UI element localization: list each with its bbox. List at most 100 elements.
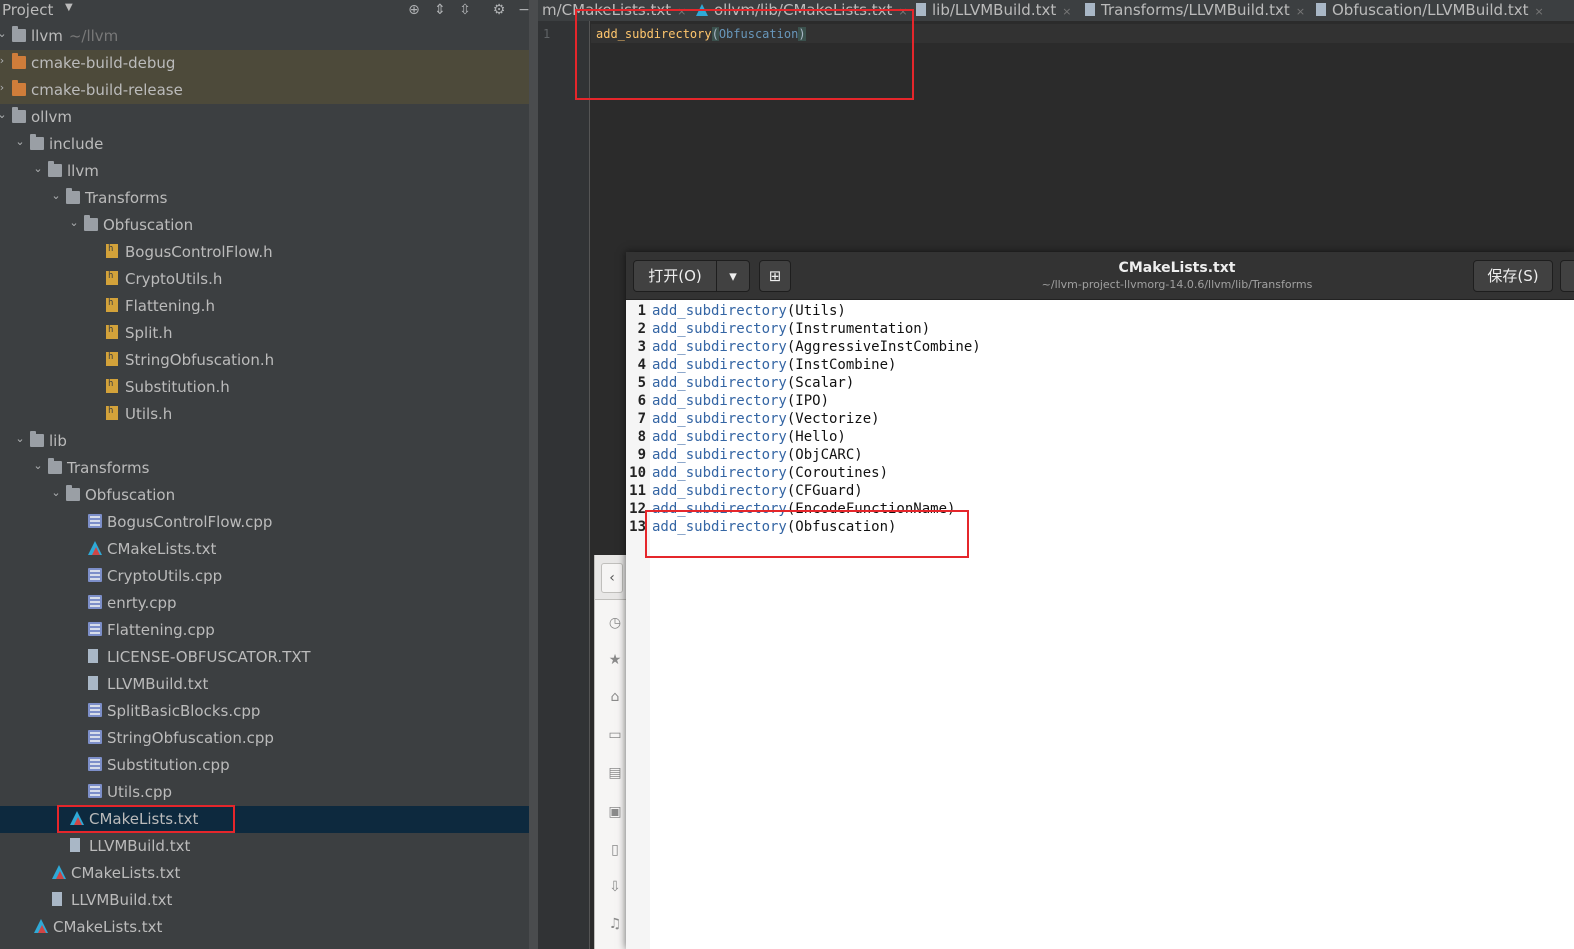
tree-item-label: include	[49, 135, 104, 153]
home-icon[interactable]: ⌂	[607, 689, 623, 705]
folder-icon	[30, 134, 44, 150]
tree-item[interactable]: BogusControlFlow.h	[0, 239, 538, 266]
chevron-down-icon[interactable]: ⌄	[0, 109, 8, 121]
tree-item[interactable]: CryptoUtils.h	[0, 266, 538, 293]
line-number: 2	[637, 321, 646, 337]
chevron-right-icon[interactable]: ›	[0, 55, 8, 67]
tree-item-label: Transforms	[85, 189, 168, 207]
expand-all-icon[interactable]: ⇕	[431, 0, 449, 20]
tree-item[interactable]: enrty.cpp	[0, 590, 538, 617]
tree-item[interactable]: LICENSE-OBFUSCATOR.TXT	[0, 644, 538, 671]
tree-item-label: CMakeLists.txt	[89, 810, 199, 828]
folder-icon	[66, 485, 80, 501]
code-text: add_subdirectory(Utils)	[652, 303, 846, 319]
chevron-down-icon[interactable]: ⌄	[68, 217, 80, 229]
chevron-down-icon[interactable]: ⌄	[0, 28, 8, 40]
tree-item[interactable]: ⌄ llvm	[0, 158, 538, 185]
chevron-down-icon[interactable]: ⌄	[14, 433, 26, 445]
tree-item-label: Substitution.h	[125, 378, 230, 396]
code-line: 4 add_subdirectory(InstCombine)	[626, 356, 1566, 374]
chevron-right-icon[interactable]: ›	[0, 82, 8, 94]
chevron-down-icon[interactable]: ⌄	[50, 487, 62, 499]
chevron-down-icon[interactable]: ▼	[65, 2, 73, 13]
editor-tab-bar: m/CMakeLists.txt × ollvm/lib/CMakeLists.tx…	[538, 0, 1574, 21]
locate-icon[interactable]: ⊕	[405, 0, 423, 20]
tree-item[interactable]: Utils.cpp	[0, 779, 538, 806]
editor-tab[interactable]: lib/LLVMBuild.txt ×	[916, 0, 1071, 21]
tree-item[interactable]: ⌄ Obfuscation	[0, 482, 538, 509]
close-icon[interactable]: ×	[1296, 5, 1305, 18]
folder-icon	[30, 431, 44, 447]
tree-item[interactable]: ⌄ Transforms	[0, 455, 538, 482]
chevron-down-icon[interactable]: ⌄	[32, 163, 44, 175]
tree-item[interactable]: › cmake-build-release	[0, 77, 538, 104]
tree-item[interactable]: ⌄ include	[0, 131, 538, 158]
line-number: 4	[637, 357, 646, 373]
tree-item[interactable]: CMakeLists.txt	[0, 860, 538, 887]
tree-item[interactable]: CMakeLists.txt	[0, 806, 538, 833]
tree-item[interactable]: Substitution.cpp	[0, 752, 538, 779]
menu-button[interactable]	[1560, 260, 1574, 292]
tree-item[interactable]: CMakeLists.txt	[0, 914, 538, 941]
gedit-path: ~/llvm-project-llvmorg-14.0.6/llvm/lib/T…	[1041, 278, 1313, 291]
tree-item[interactable]: ⌄ ollvm	[0, 104, 538, 131]
tree-item-label: BogusControlFlow.cpp	[107, 513, 273, 531]
text-file-icon	[1316, 3, 1326, 16]
editor-code-line[interactable]: add_subdirectory(Obfuscation)	[596, 27, 806, 41]
tree-item[interactable]: › cmake-build-debug	[0, 50, 538, 77]
downloads-icon[interactable]: ⇩	[607, 879, 623, 895]
panel-scrollbar[interactable]	[529, 0, 538, 949]
music-icon[interactable]: ♫	[607, 916, 623, 932]
tree-item[interactable]: CryptoUtils.cpp	[0, 563, 538, 590]
project-title[interactable]: Project	[2, 0, 53, 20]
text-file-icon[interactable]: ▯	[607, 842, 623, 858]
editor-tab[interactable]: m/CMakeLists.txt ×	[542, 0, 686, 21]
collapse-all-icon[interactable]: ⇳	[456, 0, 474, 20]
tree-item[interactable]: BogusControlFlow.cpp	[0, 509, 538, 536]
tree-item[interactable]: ⌄ Obfuscation	[0, 212, 538, 239]
code-paren-open: (	[711, 27, 719, 41]
editor-tab[interactable]: ollvm/lib/CMakeLists.txt ×	[696, 0, 908, 21]
close-icon[interactable]: ×	[898, 5, 907, 18]
tree-item[interactable]: Utils.h	[0, 401, 538, 428]
tree-item[interactable]: ⌄ lib	[0, 428, 538, 455]
documents-icon[interactable]: ▤	[607, 765, 623, 781]
tree-item[interactable]: ⌄ Transforms	[0, 185, 538, 212]
code-argument: (Instrumentation)	[786, 321, 931, 337]
tree-item[interactable]: Flattening.h	[0, 293, 538, 320]
editor-tab[interactable]: Obfuscation/LLVMBuild.txt ×	[1316, 0, 1544, 21]
tree-item[interactable]: Substitution.h	[0, 374, 538, 401]
editor-tab[interactable]: Transforms/LLVMBuild.txt ×	[1085, 0, 1305, 21]
close-icon[interactable]: ×	[1535, 5, 1544, 18]
tree-item[interactable]: SplitBasicBlocks.cpp	[0, 698, 538, 725]
tree-item[interactable]: CMakeLists.txt	[0, 536, 538, 563]
chevron-down-icon[interactable]: ⌄	[32, 460, 44, 472]
gear-icon[interactable]: ⚙	[490, 0, 508, 20]
folder-icon	[12, 26, 26, 42]
tree-item[interactable]: StringObfuscation.cpp	[0, 725, 538, 752]
tree-item[interactable]: ⌄ llvm ~/llvm	[0, 23, 538, 50]
chevron-down-icon[interactable]: ⌄	[50, 190, 62, 202]
cpp-file-icon	[88, 757, 102, 771]
save-button[interactable]: 保存(S)	[1473, 260, 1553, 292]
tree-item[interactable]: Flattening.cpp	[0, 617, 538, 644]
chevron-down-icon[interactable]: ⌄	[14, 136, 26, 148]
back-button[interactable]: ‹	[601, 563, 623, 593]
code-line: 3 add_subdirectory(AggressiveInstCombine)	[626, 338, 1566, 356]
code-line: 2 add_subdirectory(Instrumentation)	[626, 320, 1566, 338]
recent-icon[interactable]: ◷	[607, 615, 623, 631]
tree-item[interactable]: LLVMBuild.txt	[0, 833, 538, 860]
pictures-icon[interactable]: ▣	[607, 804, 623, 820]
line-number: 13	[629, 519, 646, 535]
tree-item[interactable]: LLVMBuild.txt	[0, 887, 538, 914]
tree-item[interactable]: StringObfuscation.h	[0, 347, 538, 374]
tree-item[interactable]: Split.h	[0, 320, 538, 347]
starred-icon[interactable]: ★	[607, 652, 623, 668]
close-icon[interactable]: ×	[677, 5, 686, 18]
line-number: 3	[637, 339, 646, 355]
code-line: 5 add_subdirectory(Scalar)	[626, 374, 1566, 392]
tree-item-label: LLVMBuild.txt	[89, 837, 191, 855]
desktop-icon[interactable]: ▭	[607, 727, 623, 743]
tree-item[interactable]: LLVMBuild.txt	[0, 671, 538, 698]
close-icon[interactable]: ×	[1062, 5, 1071, 18]
